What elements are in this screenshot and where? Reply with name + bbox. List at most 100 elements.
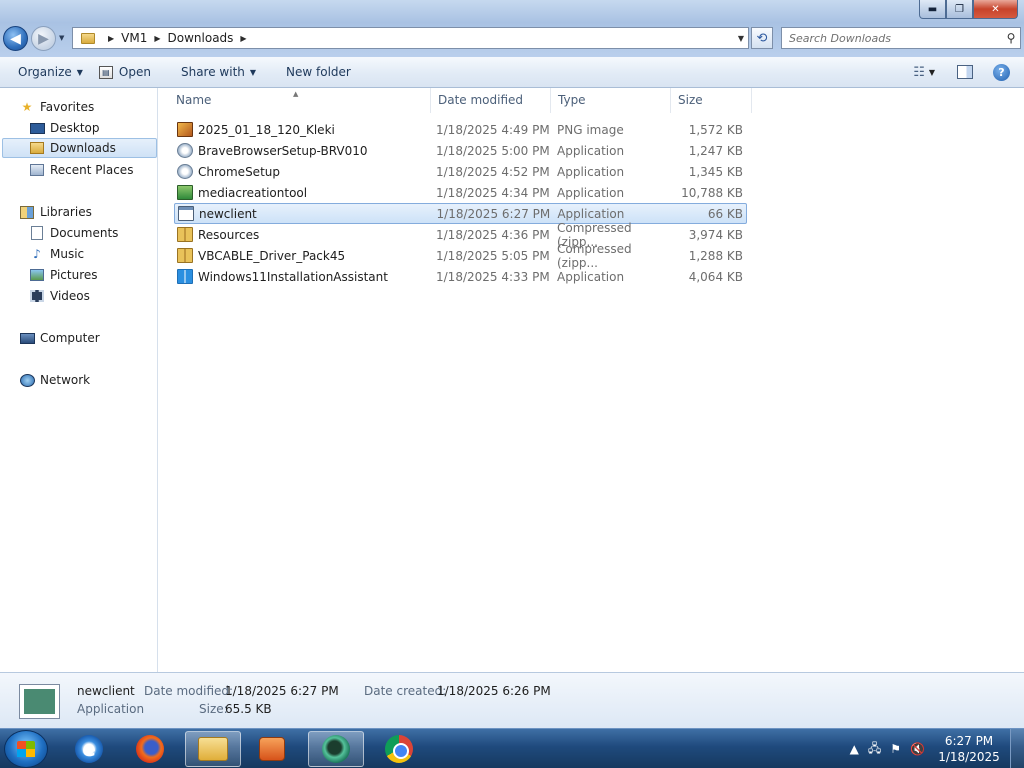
show-desktop-button[interactable] (1010, 729, 1024, 768)
change-view-icon[interactable]: ☷ (913, 65, 925, 80)
nav-music[interactable]: ♪ Music (29, 244, 84, 264)
file-date: 1/18/2025 4:36 PM (436, 227, 550, 242)
taskbar-windows-explorer[interactable] (185, 731, 241, 767)
view-controls: ☷ ▼ ? (913, 63, 1024, 81)
taskbar-media-player[interactable] (244, 731, 300, 767)
file-row[interactable]: Windows11InstallationAssistant 1/18/2025… (174, 266, 747, 287)
forward-button[interactable]: ▶ (31, 26, 56, 51)
breadcrumb-downloads[interactable]: Downloads (168, 31, 234, 45)
chevron-up-icon[interactable]: ▲ (850, 742, 859, 756)
nav-downloads[interactable]: Downloads (2, 138, 157, 158)
details-date-modified: 1/18/2025 6:27 PM (225, 684, 339, 698)
file-size: 66 KB (707, 206, 743, 221)
search-box[interactable]: ⚲ (781, 27, 1021, 49)
file-row[interactable]: 2025_01_18_120_Kleki 1/18/2025 4:49 PM P… (174, 119, 747, 140)
preview-pane-icon[interactable] (957, 65, 973, 79)
refresh-icon: ⟲ (756, 30, 768, 46)
file-date: 1/18/2025 6:27 PM (436, 206, 551, 221)
chevron-down-icon[interactable]: ▼ (929, 68, 935, 77)
installer-icon (177, 164, 193, 179)
column-header-size[interactable]: Size (671, 88, 752, 113)
search-input[interactable] (789, 29, 1002, 47)
network-icon[interactable]: 🖧 (868, 739, 881, 760)
file-size: 10,788 KB (681, 185, 743, 200)
share-with-button[interactable]: Share with ▼ (173, 60, 264, 84)
details-date-created-label: Date created: (364, 684, 447, 698)
chevron-right-icon[interactable]: ▶ (154, 34, 160, 43)
details-size: 65.5 KB (225, 702, 272, 716)
arrow-right-icon: ▶ (38, 30, 49, 47)
nav-label: Favorites (40, 100, 95, 114)
new-folder-button[interactable]: New folder (278, 60, 359, 84)
volume-muted-icon[interactable]: 🔇 (910, 742, 925, 756)
nav-recent-places[interactable]: Recent Places (29, 160, 133, 180)
new-folder-label: New folder (286, 65, 351, 79)
taskbar-firefox[interactable] (122, 731, 178, 767)
organize-button[interactable]: Organize ▼ (10, 60, 91, 84)
client-app-icon (322, 735, 350, 763)
nav-label: Libraries (40, 205, 92, 219)
file-row[interactable]: VBCABLE_Driver_Pack45 1/18/2025 5:05 PM … (174, 242, 747, 270)
folder-icon (198, 737, 228, 761)
action-center-flag-icon[interactable]: ⚑ (890, 742, 901, 756)
application-icon (178, 206, 194, 221)
file-date: 1/18/2025 5:00 PM (436, 143, 550, 158)
open-button[interactable]: ▤ Open (91, 60, 159, 84)
help-icon[interactable]: ? (993, 63, 1010, 81)
nav-favorites[interactable]: ★ Favorites (19, 97, 95, 117)
chevron-right-icon[interactable]: ▶ (108, 34, 114, 43)
taskbar-client-app[interactable] (308, 731, 364, 767)
star-icon: ★ (21, 100, 33, 114)
column-header-type[interactable]: Type (551, 88, 671, 113)
nav-label: Desktop (50, 121, 100, 135)
refresh-button[interactable]: ⟲ (751, 27, 773, 49)
file-row[interactable]: BraveBrowserSetup-BRV010 1/18/2025 5:00 … (174, 140, 747, 161)
clock[interactable]: 6:27 PM 1/18/2025 (934, 733, 1004, 765)
file-size: 1,288 KB (688, 248, 743, 263)
start-button[interactable] (4, 730, 48, 768)
nav-pictures[interactable]: Pictures (29, 265, 98, 285)
pictures-icon (29, 268, 45, 282)
chevron-down-icon[interactable]: ▼ (734, 34, 748, 43)
nav-desktop[interactable]: Desktop (29, 118, 100, 138)
recent-pages-dropdown[interactable]: ▼ (59, 34, 64, 42)
file-size: 1,345 KB (688, 164, 743, 179)
nav-computer[interactable]: Computer (19, 328, 100, 348)
maximize-button[interactable]: ❐ (946, 0, 973, 19)
open-label: Open (118, 65, 151, 79)
back-button[interactable]: ◀ (3, 26, 28, 51)
column-header-name[interactable]: Name ▲ (169, 88, 431, 113)
details-pane: newclient Application Date modified: 1/1… (0, 672, 1024, 728)
nav-documents[interactable]: Documents (29, 223, 118, 243)
close-button[interactable]: ✕ (973, 0, 1018, 19)
file-row[interactable]: ChromeSetup 1/18/2025 4:52 PM Applicatio… (174, 161, 747, 182)
address-bar[interactable]: ▶ VM1 ▶ Downloads ▶ ▼ (72, 27, 749, 49)
search-icon[interactable]: ⚲ (1002, 31, 1020, 45)
navigation-pane: ★ Favorites Desktop Downloads Recent Pla… (0, 88, 158, 672)
nav-label: Network (40, 373, 91, 387)
nav-label: Documents (50, 226, 119, 240)
nav-network[interactable]: Network (19, 370, 90, 390)
file-size: 1,572 KB (688, 122, 743, 137)
breadcrumb-vm1[interactable]: VM1 (121, 31, 147, 45)
file-name: VBCABLE_Driver_Pack45 (198, 248, 346, 263)
minimize-button[interactable]: ▬ (919, 0, 946, 19)
videos-icon (29, 289, 45, 303)
taskbar: e ▲ 🖧 ⚑ 🔇 6:27 PM 1/18/2025 (0, 728, 1024, 768)
chevron-down-icon: ▼ (76, 67, 83, 77)
internet-explorer-icon: e (75, 735, 103, 763)
file-row[interactable]: mediacreationtool 1/18/2025 4:34 PM Appl… (174, 182, 747, 203)
chevron-right-icon[interactable]: ▶ (240, 34, 246, 43)
music-note-icon: ♪ (33, 247, 41, 261)
media-tool-icon (177, 185, 193, 200)
column-header-date-modified[interactable]: Date modified (431, 88, 551, 113)
nav-libraries[interactable]: Libraries (19, 202, 92, 222)
file-name: BraveBrowserSetup-BRV010 (198, 143, 368, 158)
desktop-icon (29, 121, 45, 135)
column-label: Name (176, 93, 212, 107)
taskbar-internet-explorer[interactable]: e (61, 731, 117, 767)
taskbar-chrome[interactable] (371, 731, 427, 767)
nav-videos[interactable]: Videos (29, 286, 90, 306)
folder-icon (81, 32, 95, 44)
file-date: 1/18/2025 5:05 PM (436, 248, 550, 263)
